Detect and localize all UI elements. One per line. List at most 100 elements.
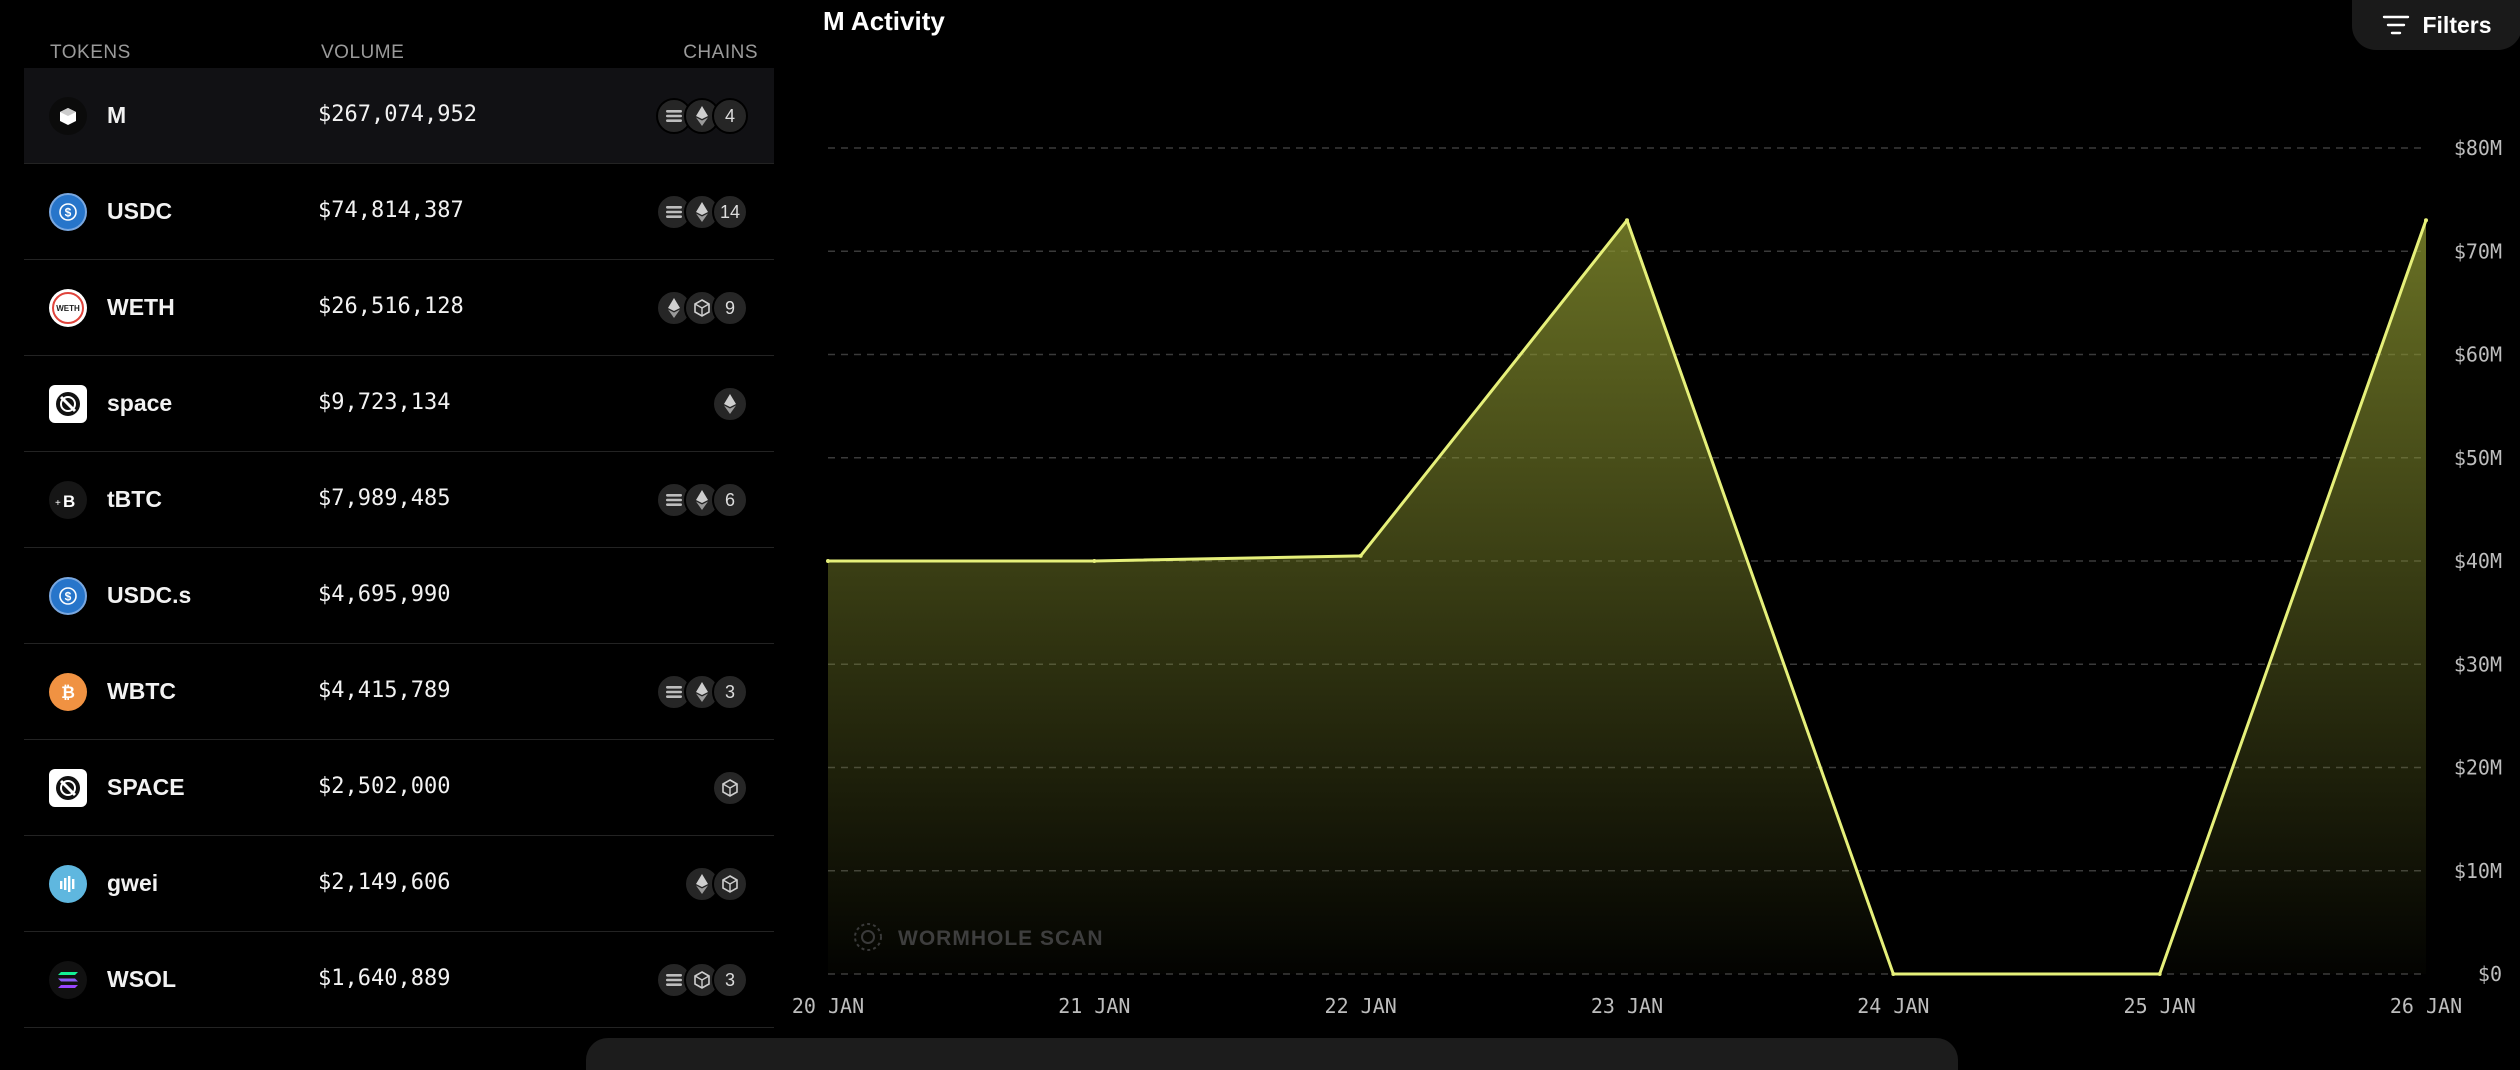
data-point[interactable] bbox=[1358, 553, 1363, 558]
data-point[interactable] bbox=[1891, 972, 1896, 976]
token-volume: $4,695,990 bbox=[318, 582, 451, 607]
y-axis-ticks: $0 $10M $20M $30M $40M $50M $60M $70M $80M bbox=[2454, 136, 2502, 986]
header-tokens[interactable]: TOKENS bbox=[50, 42, 131, 64]
token-rows: M $267,074,952 4 $ USDC $74,814,387 14 WETH WETH… bbox=[24, 68, 774, 1028]
chain-icons: 14 bbox=[656, 194, 748, 230]
tbtc-logo-icon: + B bbox=[49, 481, 87, 519]
chain-count-badge: 3 bbox=[712, 962, 748, 998]
svg-text:B: B bbox=[63, 492, 75, 511]
filter-icon bbox=[2383, 15, 2410, 35]
token-volume: $26,516,128 bbox=[318, 294, 464, 319]
x-tick-label: 22 JAN bbox=[1325, 994, 1397, 1018]
svg-text:WETH: WETH bbox=[56, 304, 80, 313]
token-row[interactable]: WSOL $1,640,889 3 bbox=[24, 932, 774, 1028]
ethereum-icon bbox=[712, 386, 748, 422]
bottom-search-bar[interactable] bbox=[586, 1038, 1958, 1070]
token-volume: $4,415,789 bbox=[318, 678, 451, 703]
data-point[interactable] bbox=[2424, 218, 2428, 223]
activity-chart: WORMHOLE SCAN $0 $10M $20M $30M $40M $50M $60M… bbox=[792, 136, 2502, 1018]
chain-icons: 9 bbox=[656, 290, 748, 326]
token-row[interactable]: space $9,723,134 bbox=[24, 356, 774, 452]
usdc-logo-icon: $ bbox=[49, 193, 87, 231]
svg-text:₿: ₿ bbox=[61, 683, 75, 702]
cube-chain-icon bbox=[712, 866, 748, 902]
token-volume: $267,074,952 bbox=[318, 102, 477, 127]
y-tick-label: $70M bbox=[2454, 239, 2502, 263]
filters-label: Filters bbox=[2422, 11, 2492, 38]
token-name: M bbox=[107, 102, 127, 128]
x-tick-label: 23 JAN bbox=[1591, 994, 1663, 1018]
chain-count-badge: 14 bbox=[712, 194, 748, 230]
token-row[interactable]: gwei $2,149,606 bbox=[24, 836, 774, 932]
y-tick-label: $10M bbox=[2454, 859, 2502, 883]
x-tick-label: 26 JAN bbox=[2390, 994, 2462, 1018]
wsol-logo-icon bbox=[49, 961, 87, 999]
chain-count-badge: 9 bbox=[712, 290, 748, 326]
token-row[interactable]: ₿ WBTC $4,415,789 3 bbox=[24, 644, 774, 740]
m-logo-icon bbox=[49, 97, 87, 135]
chain-icons: 4 bbox=[656, 98, 748, 134]
token-name: space bbox=[107, 390, 173, 416]
y-tick-label: $0 bbox=[2478, 962, 2502, 986]
data-point[interactable] bbox=[2157, 972, 2162, 976]
y-tick-label: $50M bbox=[2454, 446, 2502, 470]
chain-icons: 3 bbox=[656, 674, 748, 710]
chain-count-badge: 3 bbox=[712, 674, 748, 710]
chain-icons: 6 bbox=[656, 482, 748, 518]
svg-text:$: $ bbox=[65, 590, 72, 604]
x-tick-label: 21 JAN bbox=[1058, 994, 1130, 1018]
y-tick-label: $60M bbox=[2454, 343, 2502, 367]
chain-count-badge: 4 bbox=[712, 98, 748, 134]
token-volume: $1,640,889 bbox=[318, 966, 451, 991]
chain-count-badge: 6 bbox=[712, 482, 748, 518]
y-tick-label: $40M bbox=[2454, 549, 2502, 573]
token-name: WSOL bbox=[107, 966, 176, 992]
space-logo-icon bbox=[49, 769, 87, 807]
gwei-logo-icon bbox=[49, 865, 87, 903]
x-tick-label: 24 JAN bbox=[1857, 994, 1929, 1018]
token-volume: $2,149,606 bbox=[318, 870, 451, 895]
chain-icons: 3 bbox=[656, 962, 748, 998]
filters-button[interactable]: Filters bbox=[2352, 0, 2520, 50]
token-volume: $2,502,000 bbox=[318, 774, 451, 799]
header-volume[interactable]: VOLUME bbox=[321, 42, 404, 64]
wbtc-logo-icon: ₿ bbox=[49, 673, 87, 711]
token-row[interactable]: WETH WETH $26,516,128 9 bbox=[24, 260, 774, 356]
token-table: TOKENS VOLUME CHAINS M $267,074,952 4 $ USDC… bbox=[24, 36, 774, 1028]
y-tick-label: $20M bbox=[2454, 756, 2502, 780]
token-row[interactable]: M $267,074,952 4 bbox=[24, 68, 774, 164]
token-row[interactable]: SPACE $2,502,000 bbox=[24, 740, 774, 836]
y-tick-label: $80M bbox=[2454, 136, 2502, 160]
token-name: USDC bbox=[107, 198, 173, 224]
svg-text:+: + bbox=[55, 498, 61, 509]
data-point[interactable] bbox=[1625, 218, 1629, 223]
area-fill bbox=[828, 220, 2426, 974]
token-name: WBTC bbox=[107, 678, 176, 704]
token-name: WETH bbox=[107, 294, 175, 320]
data-point[interactable] bbox=[826, 559, 830, 563]
table-header: TOKENS VOLUME CHAINS bbox=[24, 36, 774, 68]
token-name: SPACE bbox=[107, 774, 185, 800]
usdc-logo-icon: $ bbox=[49, 577, 87, 615]
chart-title: M Activity bbox=[823, 6, 945, 36]
token-row[interactable]: $ USDC $74,814,387 14 bbox=[24, 164, 774, 260]
weth-logo-icon: WETH bbox=[49, 289, 87, 327]
x-axis-ticks: 20 JAN 21 JAN 22 JAN 23 JAN 24 JAN 25 JAN 26 J… bbox=[792, 994, 2462, 1018]
token-row[interactable]: $ USDC.s $4,695,990 bbox=[24, 548, 774, 644]
space-logo-icon bbox=[49, 385, 87, 423]
svg-text:$: $ bbox=[65, 206, 72, 220]
chain-icons bbox=[712, 386, 748, 422]
x-tick-label: 20 JAN bbox=[792, 994, 864, 1018]
token-row[interactable]: + BtBTC $7,989,485 6 bbox=[24, 452, 774, 548]
token-volume: $74,814,387 bbox=[318, 198, 464, 223]
chain-icons bbox=[684, 866, 748, 902]
token-name: tBTC bbox=[107, 486, 162, 512]
header-chains[interactable]: CHAINS bbox=[683, 42, 758, 64]
token-name: gwei bbox=[107, 870, 159, 896]
watermark-text: WORMHOLE SCAN bbox=[898, 927, 1104, 950]
token-volume: $7,989,485 bbox=[318, 486, 451, 511]
chain-icons bbox=[712, 770, 748, 806]
y-tick-label: $30M bbox=[2454, 652, 2502, 676]
data-point[interactable] bbox=[1092, 559, 1097, 563]
cube-chain-icon bbox=[712, 770, 748, 806]
